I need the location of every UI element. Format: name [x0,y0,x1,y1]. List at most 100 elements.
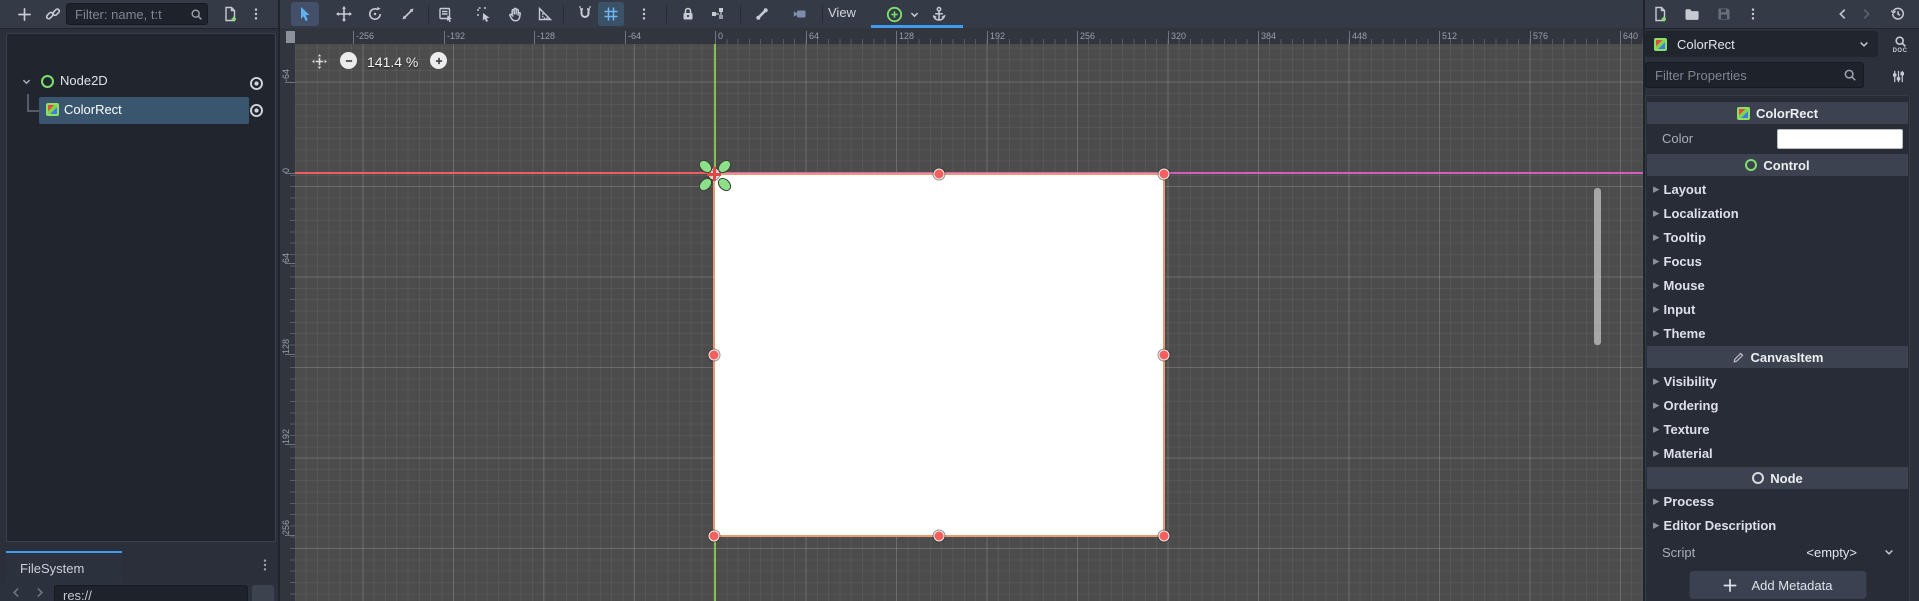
add-metadata-label: Add Metadata [1751,577,1833,593]
scene-dock-menu-button[interactable] [246,2,266,26]
select-tool-button[interactable] [291,2,319,26]
load-resource-button[interactable] [1679,2,1705,26]
snap-options-menu-button[interactable] [634,2,654,26]
collapse-chevron-icon[interactable] [21,76,32,87]
canvas-vertical-scrollbar[interactable] [1594,188,1601,345]
category-row-visibility[interactable]: ▸ Visibility [1646,370,1909,392]
new-resource-button[interactable] [1647,2,1673,26]
script-value[interactable]: <empty> [1806,545,1857,560]
category-label: Input [1663,301,1696,317]
v-ruler-tick [285,354,295,355]
category-label: Ordering [1663,397,1719,413]
h-ruler-label: 384 [1258,31,1276,44]
tree-row-colorrect[interactable]: ColorRect [39,97,249,124]
select-pixel-button[interactable] [471,2,497,26]
attach-script-button[interactable] [217,2,243,26]
color-swatch[interactable] [1777,129,1903,149]
canvas-viewport[interactable]: 141.4 % [295,44,1643,601]
scale-tool-button[interactable] [395,2,421,26]
category-row-localization[interactable]: ▸ Localization [1646,202,1909,224]
lock-selection-button[interactable] [675,2,701,26]
pan-tool-button[interactable] [502,2,528,26]
save-resource-button[interactable] [1711,2,1737,26]
chevron-down-icon[interactable] [1883,546,1895,558]
category-row-mouse[interactable]: ▸ Mouse [1646,274,1909,296]
visibility-eye-icon[interactable] [248,75,265,92]
zoom-percent-label[interactable]: 141.4 % [367,54,418,70]
visibility-eye-icon[interactable] [248,102,265,119]
h-ruler-label: -192 [444,31,465,44]
history-list-button[interactable] [1885,2,1911,26]
selection-handle[interactable] [1158,168,1170,180]
v-ruler-label: 0 [281,167,291,173]
back-chevron-icon [1836,7,1850,21]
scene-filter-input[interactable]: Filter: name, t:t [66,3,208,25]
add-metadata-button[interactable]: Add Metadata [1689,571,1866,599]
zoom-in-button[interactable] [430,52,447,69]
grid-snap-button[interactable] [598,2,624,26]
camera-override-button[interactable] [787,2,813,26]
chevron-right-icon: ▸ [1653,205,1660,220]
center-view-icon[interactable] [311,53,328,70]
ruler-tool-button[interactable] [532,2,558,26]
instance-scene-button[interactable] [40,2,66,26]
anchor-preset-button[interactable] [881,2,907,26]
category-row-layout[interactable]: ▸ Layout [1646,178,1909,200]
view-menu-button[interactable]: View [828,5,856,20]
section-header-canvasitem[interactable]: CanvasItem [1647,346,1908,368]
filesystem-split-toggle-button[interactable] [252,585,274,601]
add-node-button[interactable] [11,2,37,26]
tree-node-label: Node2D [60,73,108,88]
tree-row-node2d[interactable]: Node2D [15,68,265,94]
open-docs-button[interactable]: DOC [1884,30,1916,58]
selection-handle[interactable] [933,530,945,542]
rotate-tool-button[interactable] [362,2,388,26]
anchor-mode-button[interactable] [926,2,952,26]
toolbar-separator [822,5,823,23]
chevron-right-icon: ▸ [1653,229,1660,244]
history-forward-button[interactable] [1856,2,1876,26]
category-row-texture[interactable]: ▸ Texture [1646,418,1909,440]
h-ruler-label: 64 [806,31,819,44]
selection-handle[interactable] [933,168,945,180]
toolbar-separator [563,5,564,23]
inspector-tools-button[interactable] [1885,64,1911,88]
zoom-out-button[interactable] [340,52,357,69]
section-header-node[interactable]: Node [1647,467,1908,489]
move-tool-button[interactable] [331,2,357,26]
selection-handle[interactable] [708,530,720,542]
colorrect-node[interactable] [713,173,1165,537]
group-selection-button[interactable] [705,2,731,26]
inspector-node-selector[interactable]: ColorRect [1645,31,1878,57]
anchor-preset-dropdown[interactable] [905,2,923,26]
category-row-input[interactable]: ▸ Input [1646,298,1909,320]
scene-dock: Filter: name, t:t Node2D ColorRect FileS… [0,0,278,601]
resource-menu-button[interactable] [1743,2,1763,26]
dots-vertical-icon[interactable] [258,558,272,572]
smart-snap-button[interactable] [572,2,598,26]
skeleton-button[interactable] [749,2,775,26]
category-row-editor-description[interactable]: ▸ Editor Description [1646,514,1909,536]
chevron-right-icon: ▸ [1653,445,1660,460]
section-header-control[interactable]: Control [1647,154,1908,176]
h-ruler-label: 512 [1439,31,1457,44]
back-icon[interactable] [10,586,23,599]
category-row-process[interactable]: ▸ Process [1646,490,1909,512]
filesystem-path-input[interactable]: res:// [54,585,248,601]
selection-handle[interactable] [708,349,720,361]
search-icon [1843,68,1857,82]
select-list-button[interactable] [433,2,459,26]
filesystem-tab[interactable]: FileSystem [6,551,122,583]
history-back-button[interactable] [1833,2,1853,26]
category-row-focus[interactable]: ▸ Focus [1646,250,1909,272]
forward-icon[interactable] [33,586,46,599]
inspector-filter-input[interactable]: Filter Properties [1645,62,1864,88]
h-ruler-label: -64 [625,31,641,44]
category-row-theme[interactable]: ▸ Theme [1646,322,1909,344]
category-row-material[interactable]: ▸ Material [1646,442,1909,464]
section-header-colorrect[interactable]: ColorRect [1647,102,1908,124]
category-row-tooltip[interactable]: ▸ Tooltip [1646,226,1909,248]
selection-handle[interactable] [1158,530,1170,542]
category-row-ordering[interactable]: ▸ Ordering [1646,394,1909,416]
selection-handle[interactable] [1158,349,1170,361]
